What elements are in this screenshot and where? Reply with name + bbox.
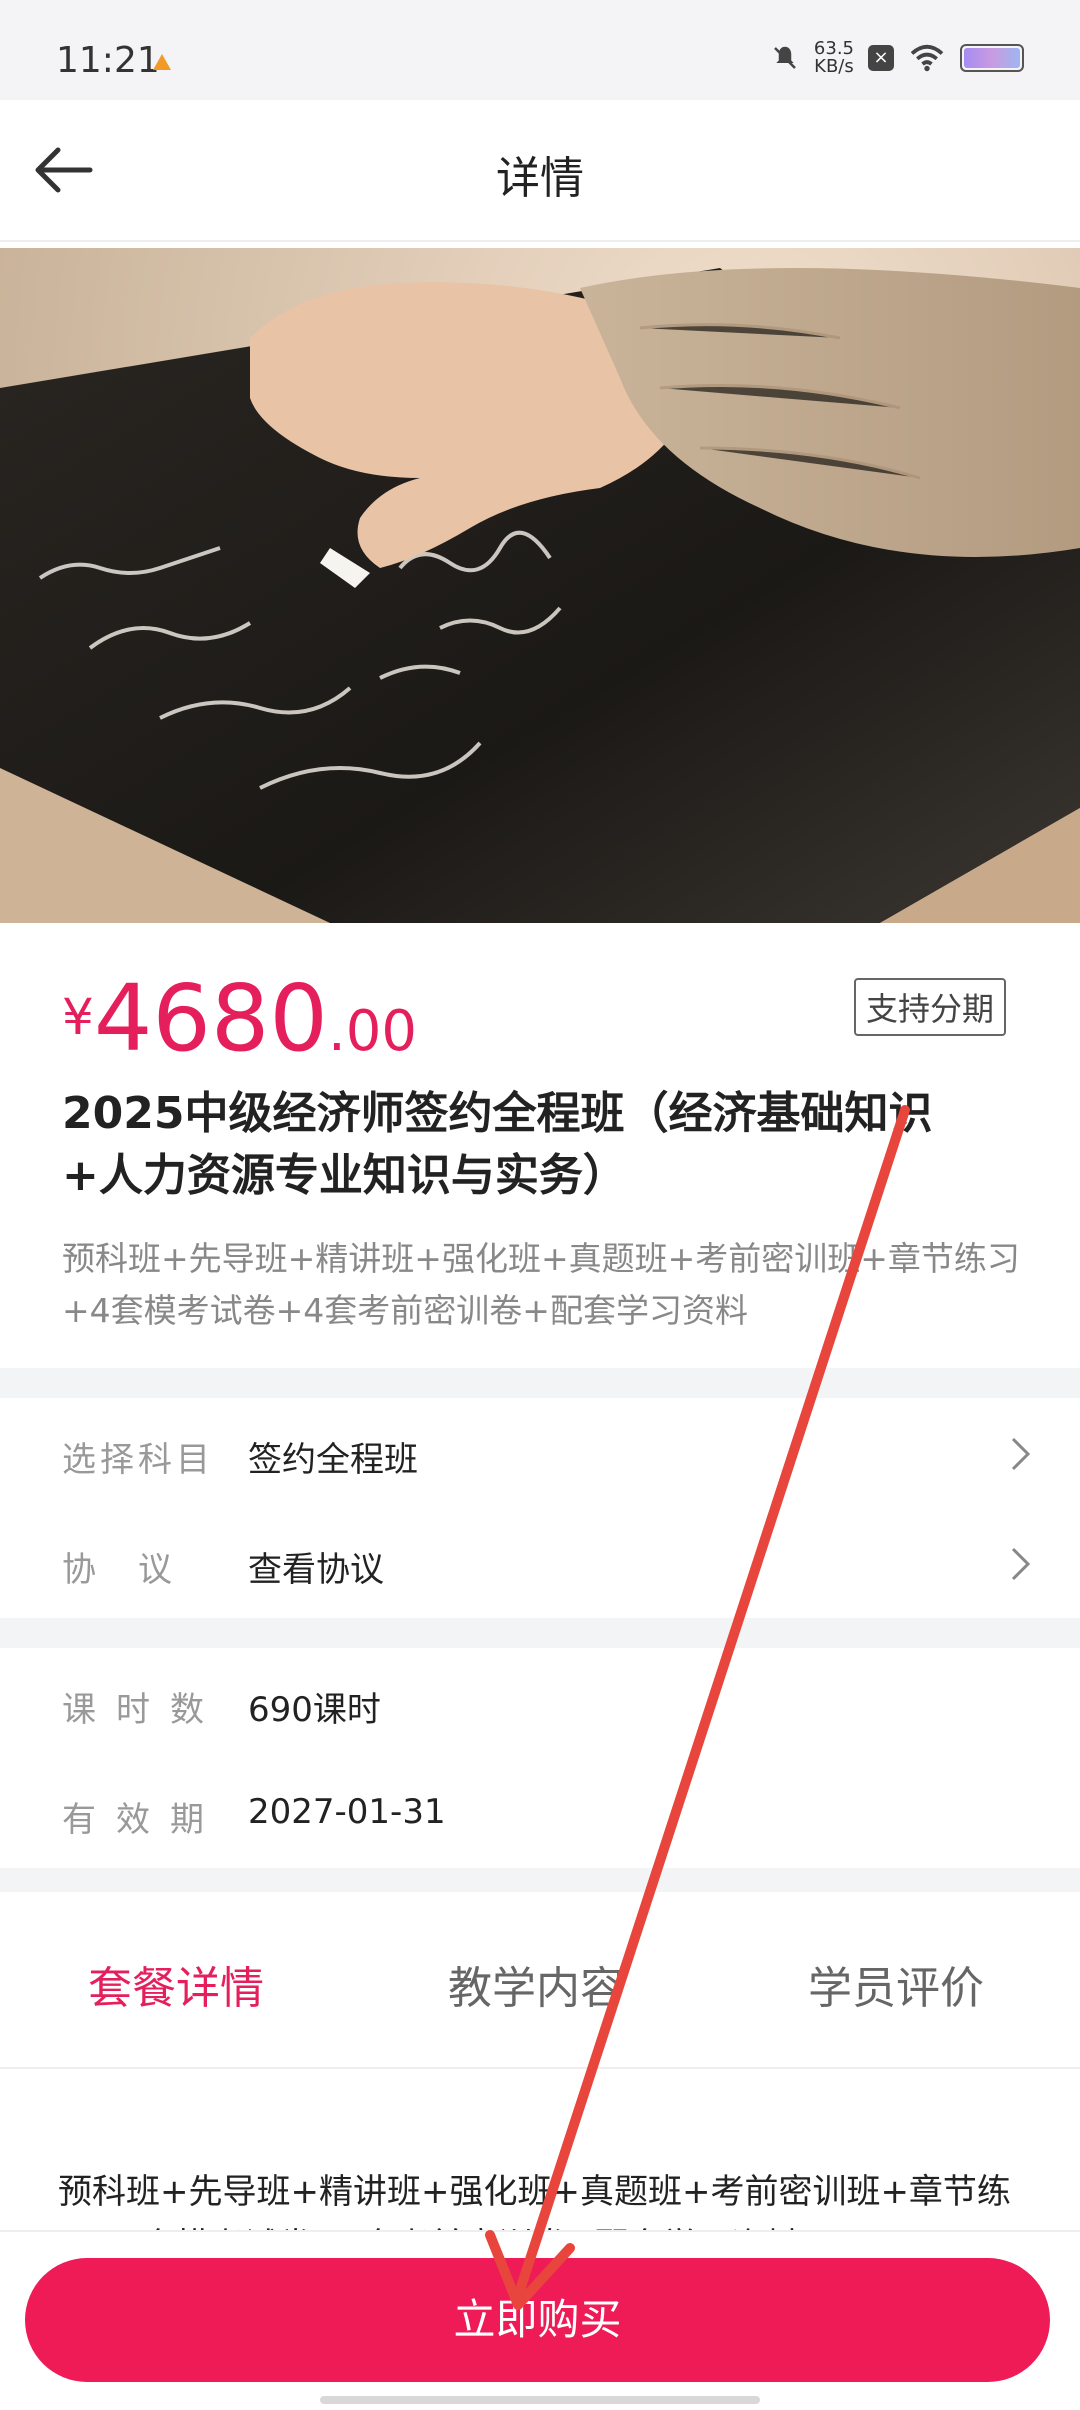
bottom-action-bar: 立即购买 (0, 2230, 1080, 2410)
row-value: 签约全程班 (248, 1440, 418, 1480)
wifi-icon (910, 44, 944, 72)
battery-icon (960, 44, 1024, 72)
price: ¥4680.00 (62, 965, 418, 1072)
chevron-right-icon (1011, 1437, 1031, 1471)
chevron-right-icon (1011, 1547, 1031, 1581)
chalkboard-illustration (0, 268, 1080, 923)
agreement-row[interactable]: 协 议 查看协议 (0, 1508, 1080, 1618)
battery-level (964, 48, 1020, 68)
notification-icon (153, 54, 171, 70)
row-value: 2027-01-31 (248, 1792, 446, 1832)
row-label: 有效期 (62, 1800, 224, 1840)
row-value: 690课时 (248, 1690, 381, 1730)
network-speed: 63.5 KB/s (813, 38, 854, 77)
row-label: 课时数 (62, 1690, 224, 1730)
tab-package-details[interactable]: 套餐详情 (88, 1952, 264, 2016)
top-app-bar: 详情 (0, 100, 1080, 242)
status-time: 11:21 (56, 40, 160, 81)
validity-row: 有效期 2027-01-31 (0, 1758, 1080, 1868)
tab-teaching-content[interactable]: 教学内容 (448, 1952, 624, 2016)
section-divider (0, 1368, 1080, 1398)
page-title: 详情 (496, 153, 584, 204)
info-list: 课时数 690课时 有效期 2027-01-31 (0, 1648, 1080, 1868)
select-subject-row[interactable]: 选择科目 签约全程班 (0, 1398, 1080, 1508)
status-bar: 11:21 63.5 KB/s × (0, 0, 1080, 100)
row-label: 选择科目 (62, 1440, 214, 1480)
course-description: 预科班+先导班+精讲班+强化班+真题班+考前密训班+章节练习+4套模考试卷+4套… (62, 1239, 1020, 1330)
detail-tabs: 套餐详情 教学内容 学员评价 (0, 1892, 1080, 2069)
class-hours-row: 课时数 690课时 (0, 1648, 1080, 1758)
tab-student-reviews[interactable]: 学员评价 (808, 1952, 984, 2016)
option-list: 选择科目 签约全程班 协 议 查看协议 (0, 1398, 1080, 1618)
mute-bell-icon (774, 46, 796, 69)
course-cover-image (0, 248, 1080, 923)
section-divider (0, 1618, 1080, 1648)
product-summary: ¥4680.00 支持分期 2025中级经济师签约全程班（经济基础知识+人力资源… (0, 923, 1080, 1368)
row-value: 查看协议 (248, 1550, 384, 1590)
home-indicator (320, 2396, 760, 2404)
buy-now-button[interactable]: 立即购买 (25, 2258, 1050, 2382)
course-title: 2025中级经济师签约全程班（经济基础知识+人力资源专业知识与实务） (62, 1088, 933, 1201)
sim-off-icon: × (868, 45, 894, 71)
row-label: 协 议 (62, 1550, 176, 1590)
installment-badge: 支持分期 (853, 978, 1006, 1036)
status-icons: 63.5 KB/s × (770, 40, 1024, 76)
